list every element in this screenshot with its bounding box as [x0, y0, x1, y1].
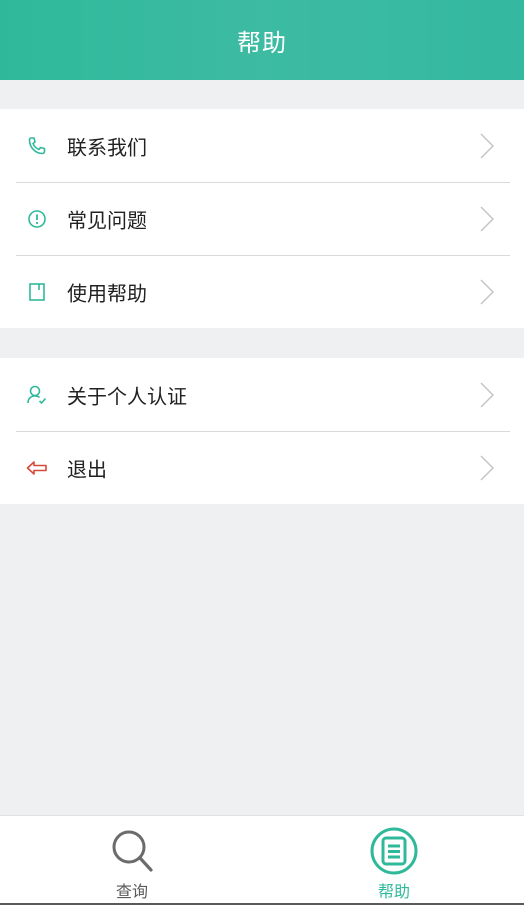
menu-item-personal-verification[interactable]: 关于个人认证	[0, 358, 524, 431]
user-check-icon	[26, 384, 48, 406]
tab-help[interactable]: 帮助	[334, 816, 454, 904]
chevron-right-icon	[480, 381, 494, 408]
menu-item-label: 常见问题	[67, 208, 147, 232]
tab-label: 查询	[115, 882, 148, 901]
menu-group-main: 联系我们 常见问题 使用帮助	[0, 109, 524, 328]
menu-item-usage-help[interactable]: 使用帮助	[0, 255, 524, 328]
menu-item-label: 关于个人认证	[67, 384, 187, 408]
book-icon	[26, 281, 48, 303]
logout-arrow-icon	[26, 457, 48, 479]
chevron-right-icon	[480, 454, 494, 481]
menu-group-account: 关于个人认证 退出	[0, 358, 524, 504]
page-title: 帮助	[237, 28, 287, 57]
menu-item-label: 退出	[67, 457, 107, 481]
search-icon	[112, 830, 153, 872]
chevron-right-icon	[480, 278, 494, 305]
menu-item-logout[interactable]: 退出	[0, 431, 524, 504]
tab-query[interactable]: 查询	[72, 816, 192, 904]
app-header: 帮助	[0, 0, 524, 80]
tab-label: 帮助	[377, 882, 410, 901]
menu-item-faq[interactable]: 常见问题	[0, 182, 524, 255]
phone-icon	[26, 135, 48, 157]
menu-item-label: 联系我们	[67, 135, 147, 159]
bottom-tab-bar: 查询 帮助	[0, 815, 524, 903]
menu-item-label: 使用帮助	[67, 281, 147, 305]
chevron-right-icon	[480, 205, 494, 232]
menu-item-contact-us[interactable]: 联系我们	[0, 109, 524, 182]
chevron-right-icon	[480, 132, 494, 159]
exclamation-circle-icon	[26, 208, 48, 230]
list-circle-icon	[370, 827, 418, 875]
